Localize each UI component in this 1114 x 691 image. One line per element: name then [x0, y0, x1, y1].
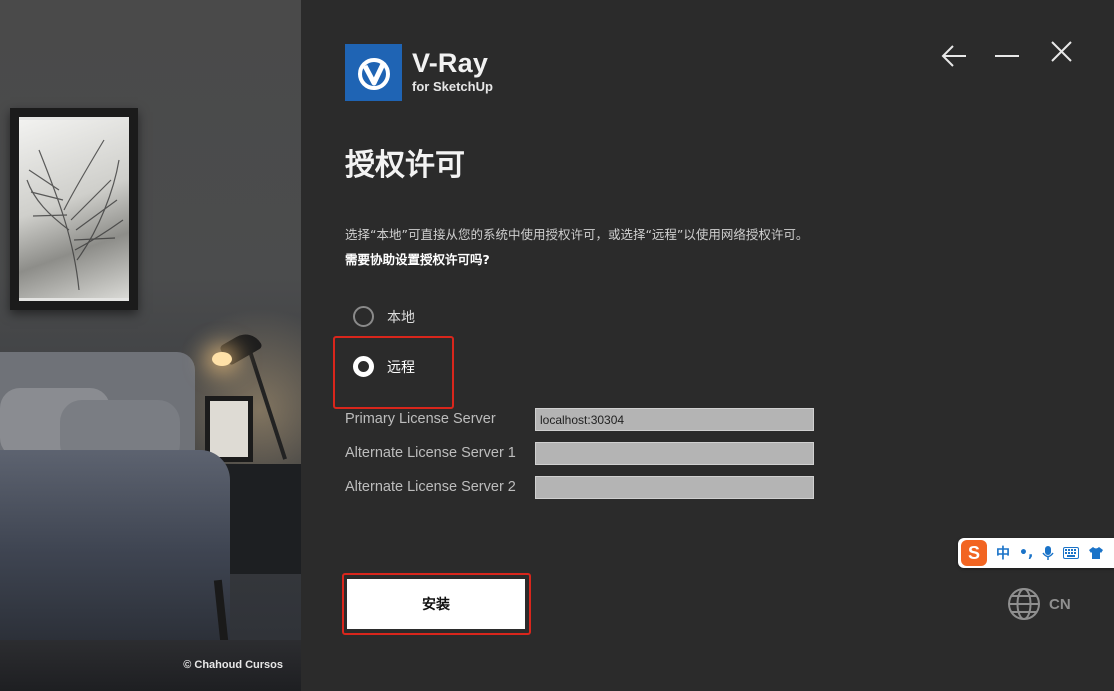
alternate-server-1-label: Alternate License Server 1: [345, 445, 516, 461]
photo-credit: © Chahoud Cursos: [183, 659, 283, 671]
help-link[interactable]: 需要协助设置授权许可吗?: [345, 249, 490, 268]
license-panel: V-Ray for SketchUp 授权许可 选择“本地”可直接从您的系统中使…: [301, 0, 1114, 691]
brand-subtitle: for SketchUp: [412, 79, 493, 94]
radio-local[interactable]: 本地: [353, 306, 415, 327]
license-description: 选择“本地”可直接从您的系统中使用授权许可，或选择“远程”以使用网络授权许可。: [345, 227, 809, 242]
install-button[interactable]: 安装: [347, 579, 525, 629]
skin-icon[interactable]: [1088, 546, 1104, 560]
close-button[interactable]: [1043, 38, 1079, 70]
radio-local-label: 本地: [387, 309, 415, 326]
wall-picture-frame: [10, 108, 138, 310]
brand-title: V-Ray: [412, 48, 489, 78]
radio-button[interactable]: [353, 306, 374, 327]
arrow-left-icon: [941, 45, 966, 67]
microphone-icon[interactable]: [1042, 545, 1054, 561]
ime-punctuation[interactable]: •,: [1019, 545, 1033, 561]
language-selector[interactable]: CN: [1007, 587, 1071, 621]
ime-toolbar[interactable]: S 中 •,: [958, 538, 1114, 568]
globe-icon: [1008, 588, 1040, 620]
primary-server-label: Primary License Server: [345, 411, 496, 427]
ime-mode[interactable]: 中: [996, 543, 1010, 563]
bed: [0, 450, 230, 650]
bedroom-photo: © Chahoud Cursos: [0, 0, 301, 691]
alternate-server-2-input[interactable]: [535, 476, 814, 499]
close-icon: [1051, 41, 1072, 62]
alternate-server-2-label: Alternate License Server 2: [345, 479, 516, 495]
minimize-button[interactable]: [989, 38, 1025, 70]
sogou-logo-icon[interactable]: S: [961, 540, 987, 566]
keyboard-icon[interactable]: [1063, 547, 1080, 559]
vray-logo-icon: [345, 44, 402, 101]
language-label: CN: [1049, 595, 1071, 613]
remote-highlight-box: [333, 336, 454, 409]
primary-server-input[interactable]: [535, 408, 814, 431]
back-button[interactable]: [937, 38, 973, 70]
minimize-icon: [995, 55, 1019, 57]
palm-leaf-artwork: [19, 120, 129, 298]
alternate-server-1-input[interactable]: [535, 442, 814, 465]
page-title: 授权许可: [345, 148, 465, 183]
